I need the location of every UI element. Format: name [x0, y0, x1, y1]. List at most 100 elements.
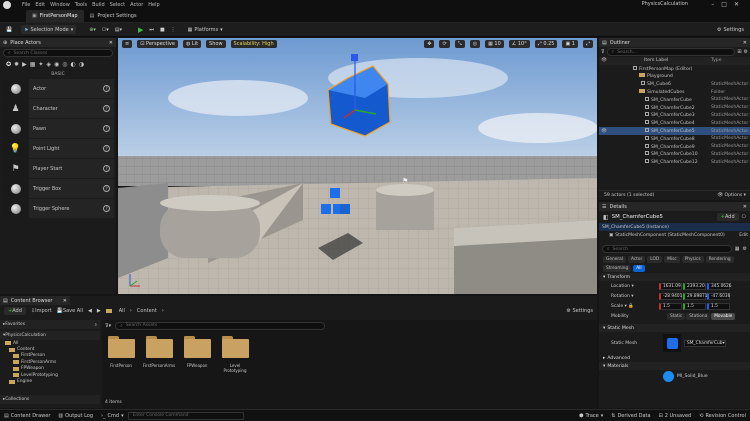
selection-mode-dropdown[interactable]: ➤ Selection Mode ▾ — [21, 25, 77, 34]
filter-tab-misc[interactable]: Misc — [664, 256, 680, 263]
menu-tools[interactable]: Tools — [75, 2, 87, 8]
actor-item-player-start[interactable]: ⚑ Player Start? — [2, 159, 114, 178]
visual-effects-category-icon[interactable]: ✦ — [38, 61, 43, 68]
menu-file[interactable]: File — [22, 2, 30, 8]
blue-cube[interactable] — [321, 204, 331, 214]
perspective-button[interactable]: ⊡ Perspective — [137, 40, 178, 48]
level-viewport[interactable]: ⚑ ≡ ⊡ Perspective ◍ Lit Show Scalability… — [118, 38, 597, 294]
console-input[interactable]: Enter Console Command — [127, 411, 244, 420]
derived-data-button[interactable]: ⇅ Derived Data — [607, 410, 654, 421]
favorites-header[interactable]: ▸ Favorites ⌕ — [0, 320, 100, 329]
search-icon[interactable]: ⌕ — [95, 322, 97, 328]
menu-actor[interactable]: Actor — [130, 2, 143, 8]
save-all-button[interactable]: 💾Save All — [57, 308, 83, 314]
tab-project-settings[interactable]: ▤ Project Settings — [84, 10, 143, 22]
filter-tab-actor[interactable]: Actor — [627, 256, 646, 263]
actor-item-trigger-box[interactable]: Trigger Box? — [2, 179, 114, 198]
menu-select[interactable]: Select — [110, 2, 125, 8]
materials-section-header[interactable]: ▾ Materials — [599, 362, 750, 370]
tab-firstpersonmap[interactable]: ▣ FirstPersonMap — [26, 10, 84, 22]
show-button[interactable]: Show — [206, 40, 226, 48]
help-icon[interactable]: ? — [103, 105, 110, 112]
gear-icon[interactable]: ⚙ — [743, 246, 747, 252]
place-actors-search[interactable]: ⌕ Search Classes — [3, 49, 113, 57]
geometry-category-icon[interactable]: ◉ — [54, 61, 59, 68]
maximize-viewport-icon[interactable]: ⤢ — [582, 40, 593, 48]
gear-icon[interactable]: ⚙ — [744, 49, 748, 55]
rotate-mode-icon[interactable]: ⟳ — [439, 40, 450, 48]
asset-search[interactable]: ⌕ Search Assets — [115, 321, 326, 330]
folder-tile[interactable]: FPWeapon — [182, 336, 212, 368]
rotation-y-field[interactable]: 29.89871 — [683, 292, 708, 300]
menu-build[interactable]: Build — [92, 2, 105, 8]
transform-section-header[interactable]: ▾ Transform — [599, 273, 750, 281]
help-icon[interactable]: ? — [103, 85, 110, 92]
edit-in-cpp-link[interactable]: Edit — [739, 233, 748, 238]
actor-item-pawn[interactable]: Pawn? — [2, 119, 114, 138]
close-icon[interactable]: ✕ — [743, 204, 747, 210]
volumes-category-icon[interactable]: ◈ — [46, 61, 51, 68]
rotation-x-field[interactable]: -28.9401 — [659, 292, 682, 300]
gizmo-z-handle[interactable] — [351, 54, 358, 61]
outliner-row[interactable]: SM_ChamferCube StaticMeshActor — [599, 96, 750, 104]
outliner-row[interactable]: SM_ChamferCube8 StaticMeshActor — [599, 135, 750, 143]
rotation-snap-button[interactable]: ∠ 10° — [508, 40, 530, 48]
static-mesh-dropdown[interactable]: SM_ChamferCub ▾ — [684, 339, 726, 347]
nav-forward-icon[interactable]: ▶ — [97, 308, 101, 314]
outliner-row[interactable]: SM_ChamferCube2 StaticMeshActor — [599, 104, 750, 112]
actor-item-trigger-sphere[interactable]: Trigger Sphere? — [2, 199, 114, 218]
location-y-field[interactable]: 2393.20 — [683, 282, 706, 290]
settings-button[interactable]: ⚙ Settings — [566, 308, 593, 314]
menu-edit[interactable]: Edit — [35, 2, 45, 8]
rotation-z-field[interactable]: -47.6036 — [707, 292, 730, 300]
trace-button[interactable]: ⬢ Trace ▾ — [575, 410, 607, 421]
view-options-button[interactable]: 👁 Options ▾ — [717, 193, 746, 198]
outliner-row[interactable]: SM_ChamferCube3 StaticMeshActor — [599, 112, 750, 120]
window-controls[interactable]: –□✕ — [711, 1, 746, 8]
details-search[interactable]: ⌕ Search — [602, 245, 732, 253]
nav-back-icon[interactable]: ◀ — [88, 308, 92, 314]
import-button[interactable]: ⇩Import — [31, 308, 52, 314]
camera-speed-button[interactable]: ▣ 1 — [562, 40, 578, 48]
outliner-row[interactable]: SM_ChamferCube12 StaticMeshActor — [599, 158, 750, 166]
stop-button[interactable]: ■ — [157, 25, 168, 34]
mobility-movable[interactable]: Movable — [711, 312, 736, 320]
advanced-section-header[interactable]: ▸ Advanced — [599, 354, 750, 362]
filter-tab-lod[interactable]: LOD — [647, 256, 663, 263]
lock-icon[interactable]: 🔒 — [628, 304, 634, 309]
help-icon[interactable]: ? — [103, 205, 110, 212]
actor-item-point-light[interactable]: 💡 Point Light? — [2, 139, 114, 158]
close-icon[interactable]: ✕ — [743, 40, 747, 46]
add-button[interactable]: +Add — [4, 307, 26, 315]
outliner-row[interactable]: SM_ChamferCube4 StaticMeshActor — [599, 119, 750, 127]
play-button[interactable]: ▶ — [135, 25, 146, 34]
lit-button[interactable]: ◍ Lit — [182, 40, 202, 48]
viewport-menu-button[interactable]: ≡ — [122, 40, 133, 48]
column-type[interactable]: Type — [711, 58, 722, 63]
material-value[interactable]: MI_Solid_Blue — [677, 374, 708, 379]
location-z-field[interactable]: 345.0626 — [707, 282, 732, 290]
menu-window[interactable]: Window — [50, 2, 70, 8]
tree-item[interactable]: Engine — [0, 378, 100, 384]
filter-icon[interactable]: ⊽ — [601, 49, 605, 55]
filter-tab-physics[interactable]: Physics — [681, 256, 704, 263]
unsaved-button[interactable]: ⊟ 2 Unsaved — [655, 410, 696, 421]
grid-snap-button[interactable]: ▦ 10 — [485, 40, 504, 48]
component-row[interactable]: ▣ StaticMeshComponent (StaticMeshComponen… — [599, 231, 750, 239]
scalability-button[interactable]: Scalability: High — [230, 40, 277, 48]
visibility-icon[interactable]: 👁 — [601, 129, 607, 134]
help-icon[interactable]: ? — [103, 145, 110, 152]
static-mesh-thumbnail[interactable] — [663, 334, 681, 352]
path-all[interactable]: All — [119, 308, 125, 314]
add-component-button[interactable]: +Add — [716, 213, 739, 221]
help-icon[interactable]: ? — [103, 125, 110, 132]
location-x-field[interactable]: 1631.09 — [659, 282, 682, 290]
save-icon[interactable]: 💾 — [3, 25, 15, 34]
scale-x-field[interactable]: 1.5 — [659, 302, 682, 310]
outliner-row-map[interactable]: FirstPersonMap (Editor) — [599, 65, 750, 73]
scale-y-field[interactable]: 1.5 — [683, 302, 706, 310]
help-icon[interactable]: ? — [103, 165, 110, 172]
outliner-row-selected[interactable]: 👁 SM_ChamferCube5 StaticMeshActor — [599, 127, 750, 135]
actor-item-actor[interactable]: Actor? — [2, 79, 114, 98]
translate-mode-icon[interactable]: ✥ — [424, 40, 435, 48]
